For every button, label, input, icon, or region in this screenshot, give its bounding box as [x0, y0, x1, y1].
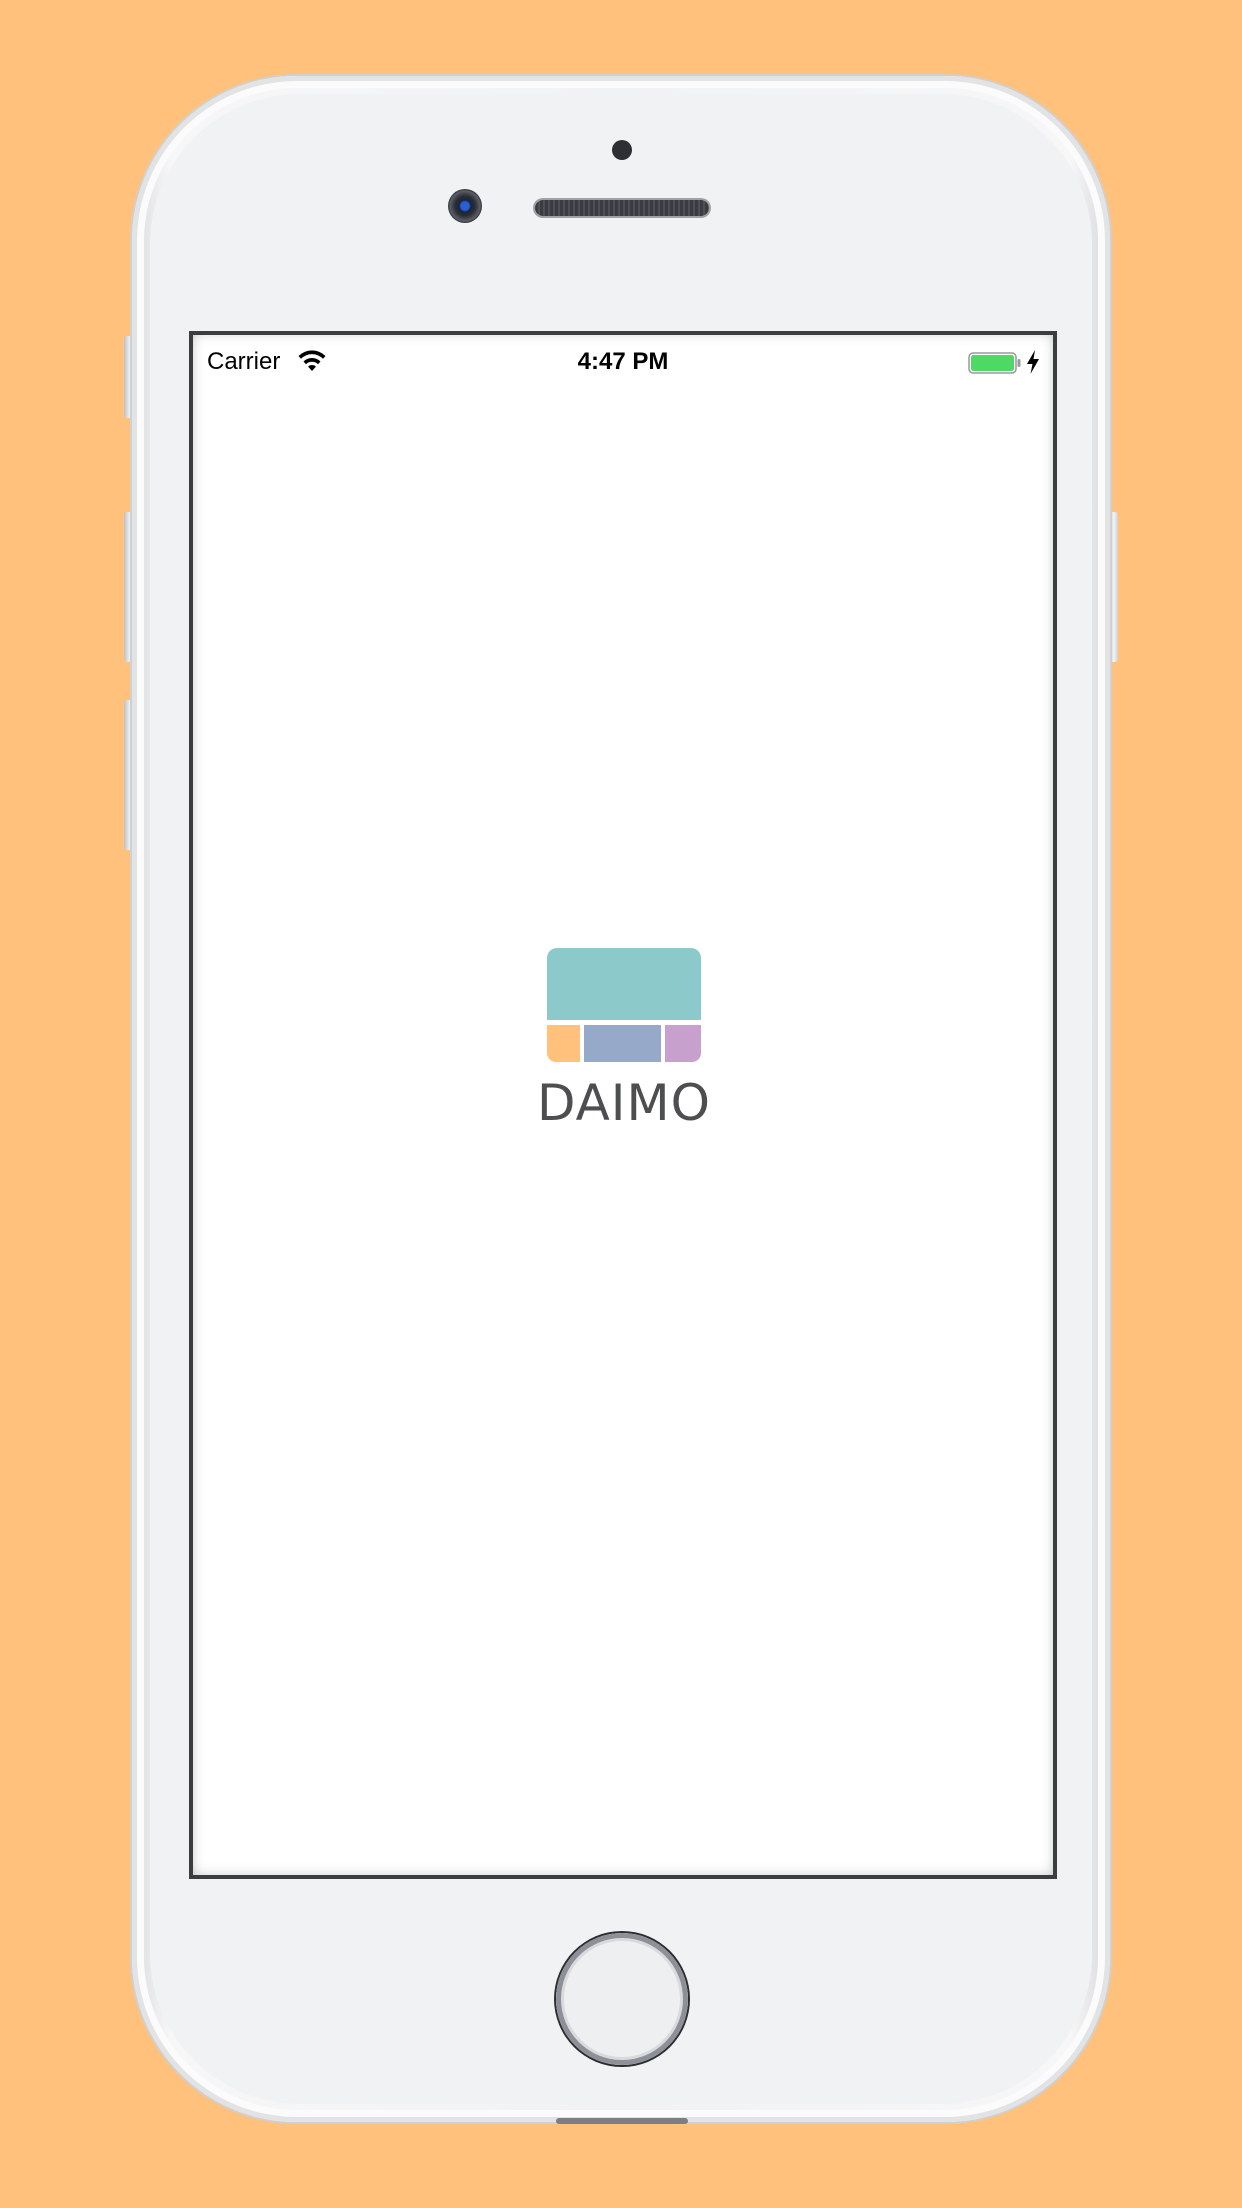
home-button[interactable] [556, 1933, 688, 2065]
earpiece-speaker [535, 200, 709, 216]
lightning-port [556, 2118, 688, 2124]
app-name-wordmark: DAIMO [536, 1074, 712, 1132]
proximity-sensor [612, 140, 632, 160]
status-time: 4:47 PM [577, 348, 669, 375]
front-camera [448, 189, 482, 223]
daimo-logo-icon [547, 948, 701, 1062]
status-bar: Carrier 4:47 PM [193, 335, 1053, 387]
battery-full-icon [968, 352, 1021, 374]
charging-bolt-icon [1027, 350, 1039, 374]
